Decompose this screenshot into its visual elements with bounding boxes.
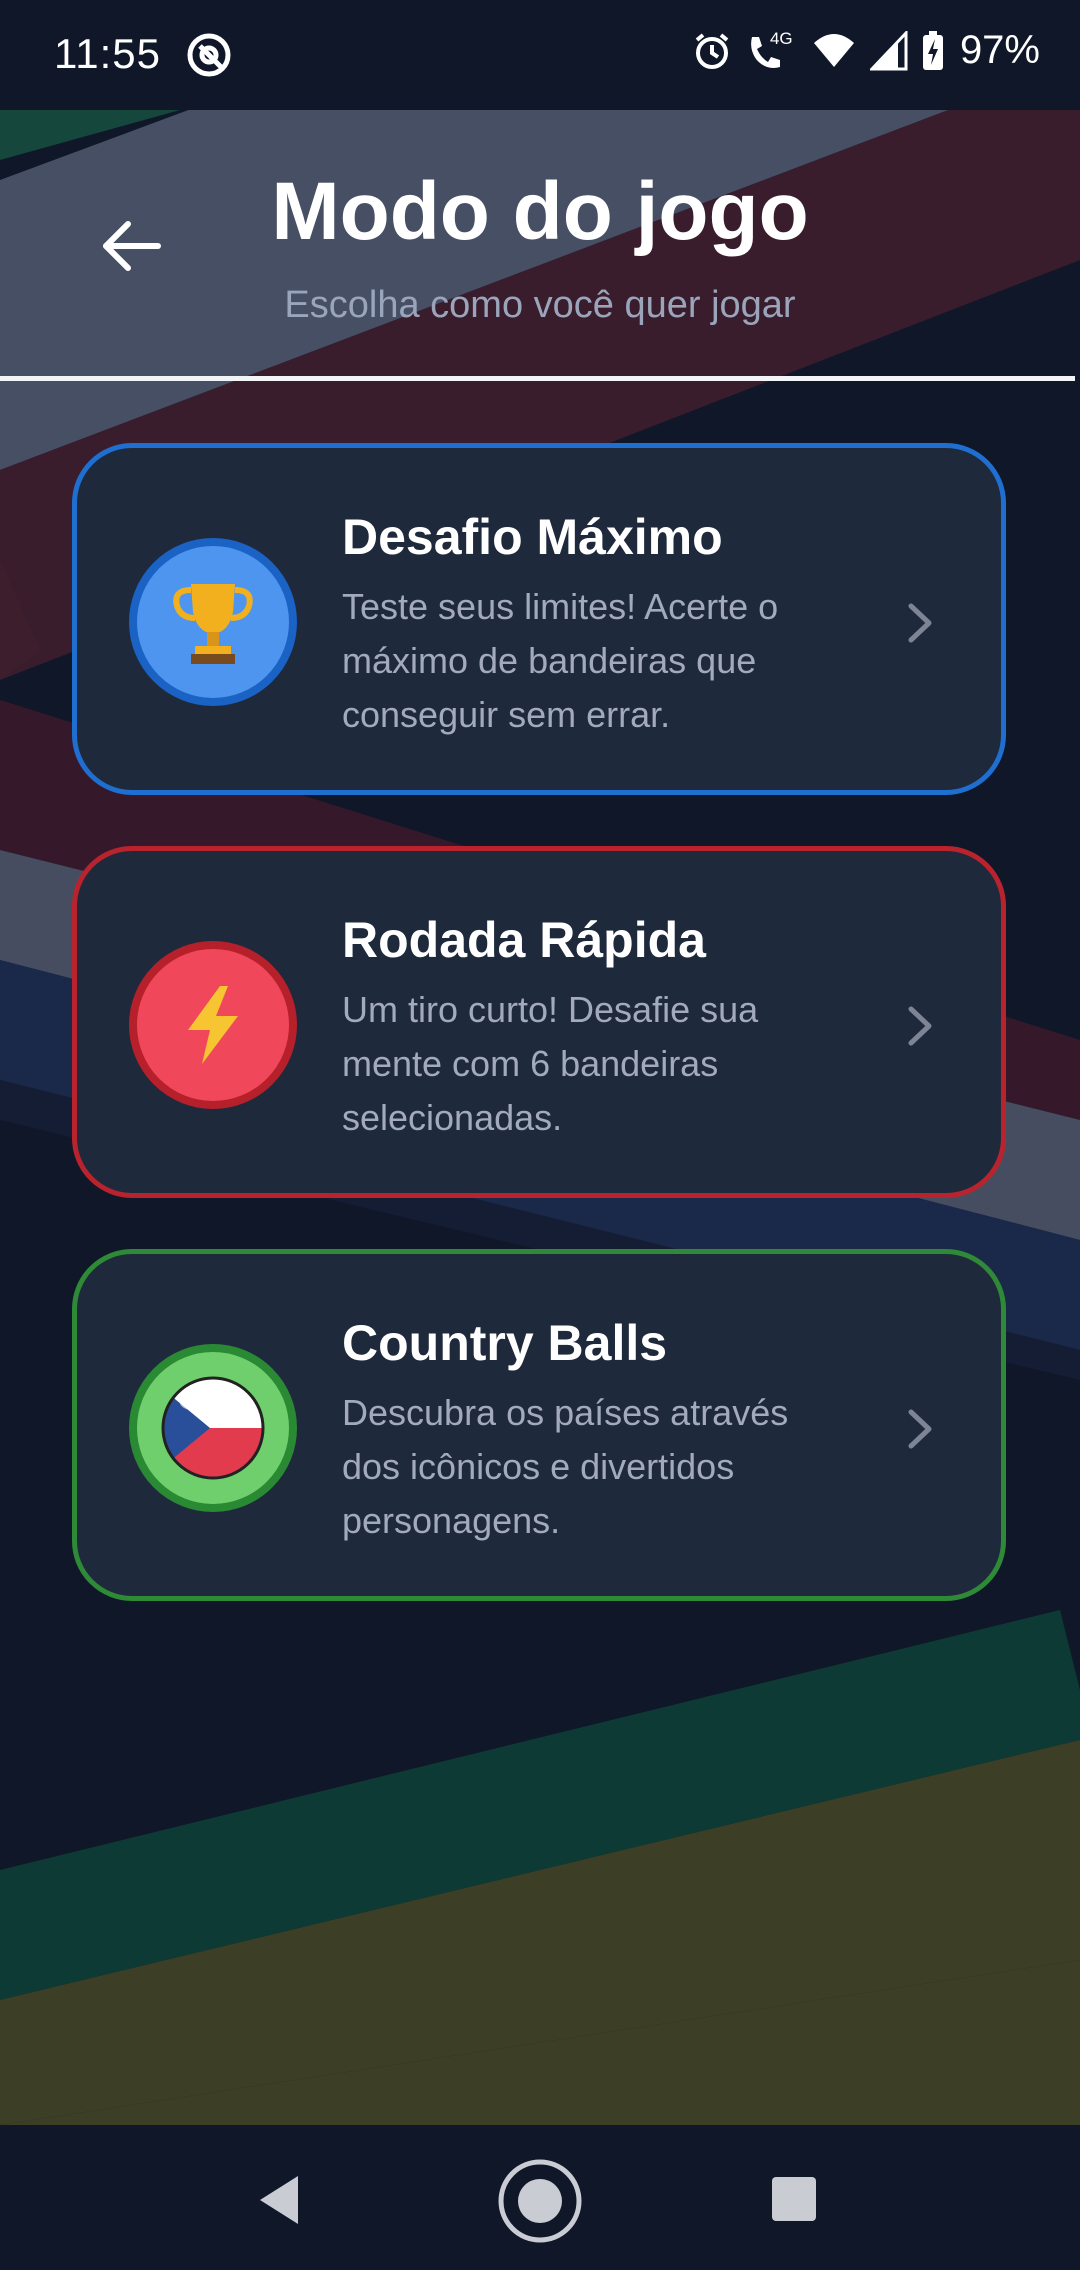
mode-card-description: Um tiro curto! Desafie sua mente com 6 b…: [342, 989, 759, 1138]
status-time: 11:55: [54, 30, 161, 77]
mode-card-description: Teste seus limites! Acerte o máximo de b…: [342, 586, 779, 735]
nav-recents-icon[interactable]: [770, 2175, 818, 2223]
page-title: Modo do jogo: [271, 166, 809, 257]
mode-card-title: Rodada Rápida: [342, 912, 706, 968]
mode-card-title: Desafio Máximo: [342, 509, 723, 565]
page-subtitle: Escolha como você quer jogar: [284, 284, 796, 326]
nav-back-icon[interactable]: [250, 2170, 310, 2230]
mode-card-rodada-rapida[interactable]: Rodada Rápida Um tiro curto! Desafie sua…: [72, 846, 1006, 1198]
chevron-right-icon: [908, 1409, 932, 1449]
status-bar: 11:55 4G 97%: [0, 0, 1080, 110]
network-type-label: 4G: [769, 28, 793, 48]
nav-home-icon[interactable]: [496, 2157, 584, 2245]
battery-charging-icon: [922, 30, 943, 70]
signal-icon: [869, 30, 908, 70]
country-ball-icon: [129, 1344, 297, 1512]
chevron-right-icon: [908, 1006, 932, 1046]
trophy-icon: [129, 538, 297, 706]
mode-card-description: Descubra os países através dos icônicos …: [342, 1392, 789, 1541]
mode-card-country-balls[interactable]: Country Balls Descubra os países através…: [72, 1249, 1006, 1601]
lightning-icon: [129, 941, 297, 1109]
chevron-right-icon: [908, 603, 932, 643]
alarm-icon: [695, 32, 729, 69]
wifi-icon: [813, 33, 854, 67]
wifi-call-icon: 4G: [746, 29, 798, 73]
screen: 11:55 4G 97% Modo do jogo Escolha como v…: [0, 0, 1080, 2270]
at-sign-icon: [187, 33, 231, 77]
mode-card-title: Country Balls: [342, 1315, 668, 1371]
battery-percent: 97%: [959, 28, 1040, 72]
mode-card-desafio-maximo[interactable]: Desafio Máximo Teste seus limites! Acert…: [72, 443, 1006, 795]
header-divider: [0, 376, 1075, 381]
navigation-bar: [0, 2125, 1080, 2270]
status-icons: 4G 97%: [692, 28, 1040, 73]
